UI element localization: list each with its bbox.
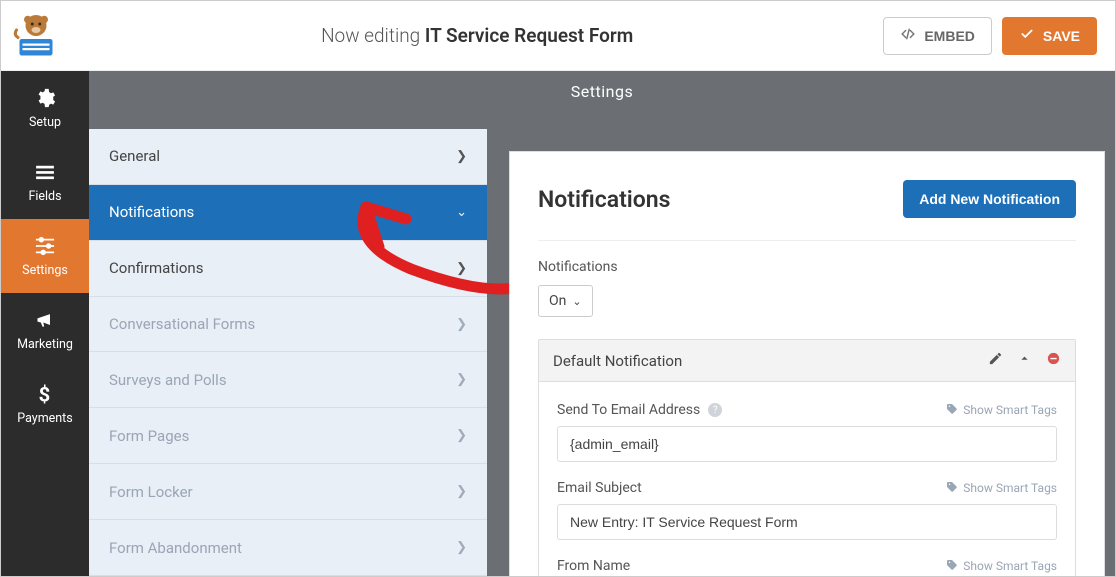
check-icon (1019, 27, 1035, 44)
help-icon[interactable]: ? (708, 403, 722, 417)
gear-icon (34, 87, 56, 109)
smart-tags-toggle[interactable]: Show Smart Tags (946, 403, 1057, 418)
rail-marketing[interactable]: Marketing (1, 293, 89, 367)
send-to-input[interactable] (557, 426, 1057, 462)
rail-settings[interactable]: Settings (1, 219, 89, 293)
add-label: Add New Notification (919, 191, 1060, 207)
bullhorn-icon (34, 309, 56, 331)
code-icon (900, 27, 916, 44)
list-icon (34, 161, 56, 183)
app-logo (1, 3, 71, 68)
topbar: Now editing IT Service Request Form EMBE… (1, 1, 1115, 71)
subnav-label: Form Abandonment (109, 539, 242, 557)
subnav-conversational[interactable]: Conversational Forms ❯ (89, 297, 487, 353)
section-title: Settings (89, 71, 1115, 111)
dollar-icon: $ (34, 383, 56, 405)
chevron-right-icon: ❯ (456, 484, 467, 499)
rail-label: Setup (29, 115, 61, 130)
notifications-panel: Notifications Add New Notification Notif… (509, 151, 1105, 576)
embed-button[interactable]: EMBED (883, 17, 992, 55)
smart-tags-toggle[interactable]: Show Smart Tags (946, 559, 1057, 574)
delete-icon[interactable] (1046, 351, 1061, 370)
chevron-down-icon: ⌄ (456, 205, 467, 220)
embed-label: EMBED (924, 28, 975, 44)
chevron-down-icon: ⌄ (572, 295, 581, 308)
notification-card-title: Default Notification (553, 352, 682, 370)
svg-text:$: $ (39, 383, 51, 405)
notifications-toggle[interactable]: On ⌄ (538, 285, 593, 317)
sliders-icon (34, 235, 56, 257)
chevron-right-icon: ❯ (456, 540, 467, 555)
rail-label: Marketing (17, 337, 73, 352)
smart-tags-label: Show Smart Tags (963, 481, 1057, 495)
subnav-label: Conversational Forms (109, 315, 255, 333)
smart-tags-label: Show Smart Tags (963, 403, 1057, 417)
toggle-value: On (549, 293, 566, 309)
subnav-label: Confirmations (109, 259, 203, 277)
default-notification-card: Default Notification (538, 339, 1076, 576)
subnav-label: Notifications (109, 203, 194, 221)
subnav-label: Form Pages (109, 427, 189, 445)
subnav-confirmations[interactable]: Confirmations ❯ (89, 241, 487, 297)
subnav-form-locker[interactable]: Form Locker ❯ (89, 464, 487, 520)
chevron-right-icon: ❯ (456, 317, 467, 332)
editing-title: Now editing IT Service Request Form (71, 24, 883, 47)
rail-fields[interactable]: Fields (1, 145, 89, 219)
chevron-right-icon: ❯ (456, 149, 467, 164)
subject-label: Email Subject (557, 480, 642, 496)
smart-tags-label: Show Smart Tags (963, 559, 1057, 573)
chevron-right-icon: ❯ (456, 372, 467, 387)
rail-label: Settings (22, 263, 68, 278)
send-to-label: Send To Email Address (557, 402, 700, 418)
toggle-label: Notifications (538, 259, 1076, 275)
subnav-label: General (109, 147, 160, 165)
chevron-right-icon: ❯ (456, 428, 467, 443)
tag-icon (946, 481, 958, 496)
collapse-icon[interactable] (1017, 351, 1032, 370)
tag-icon (946, 559, 958, 574)
subnav-notifications[interactable]: Notifications ⌄ (89, 185, 487, 241)
settings-subnav: General ❯ Notifications ⌄ Confirmations … (89, 111, 487, 576)
subnav-surveys[interactable]: Surveys and Polls ❯ (89, 352, 487, 408)
add-notification-button[interactable]: Add New Notification (903, 180, 1076, 218)
editing-prefix: Now editing (321, 24, 420, 47)
rail-label: Payments (17, 411, 72, 426)
rail-label: Fields (28, 189, 61, 204)
subnav-label: Surveys and Polls (109, 371, 227, 389)
panel-title: Notifications (538, 186, 670, 213)
chevron-right-icon: ❯ (456, 261, 467, 276)
rail-payments[interactable]: $ Payments (1, 367, 89, 441)
from-name-label: From Name (557, 558, 630, 574)
save-button[interactable]: SAVE (1002, 17, 1097, 55)
tag-icon (946, 403, 958, 418)
subject-input[interactable] (557, 504, 1057, 540)
subnav-label: Form Locker (109, 483, 193, 501)
edit-icon[interactable] (988, 351, 1003, 370)
form-name: IT Service Request Form (425, 24, 633, 47)
subnav-general[interactable]: General ❯ (89, 129, 487, 185)
rail-setup[interactable]: Setup (1, 71, 89, 145)
left-rail: Setup Fields Settings Marketing $ Paymen… (1, 71, 89, 576)
subnav-form-abandonment[interactable]: Form Abandonment ❯ (89, 520, 487, 576)
subnav-form-pages[interactable]: Form Pages ❯ (89, 408, 487, 464)
smart-tags-toggle[interactable]: Show Smart Tags (946, 481, 1057, 496)
save-label: SAVE (1043, 28, 1080, 44)
